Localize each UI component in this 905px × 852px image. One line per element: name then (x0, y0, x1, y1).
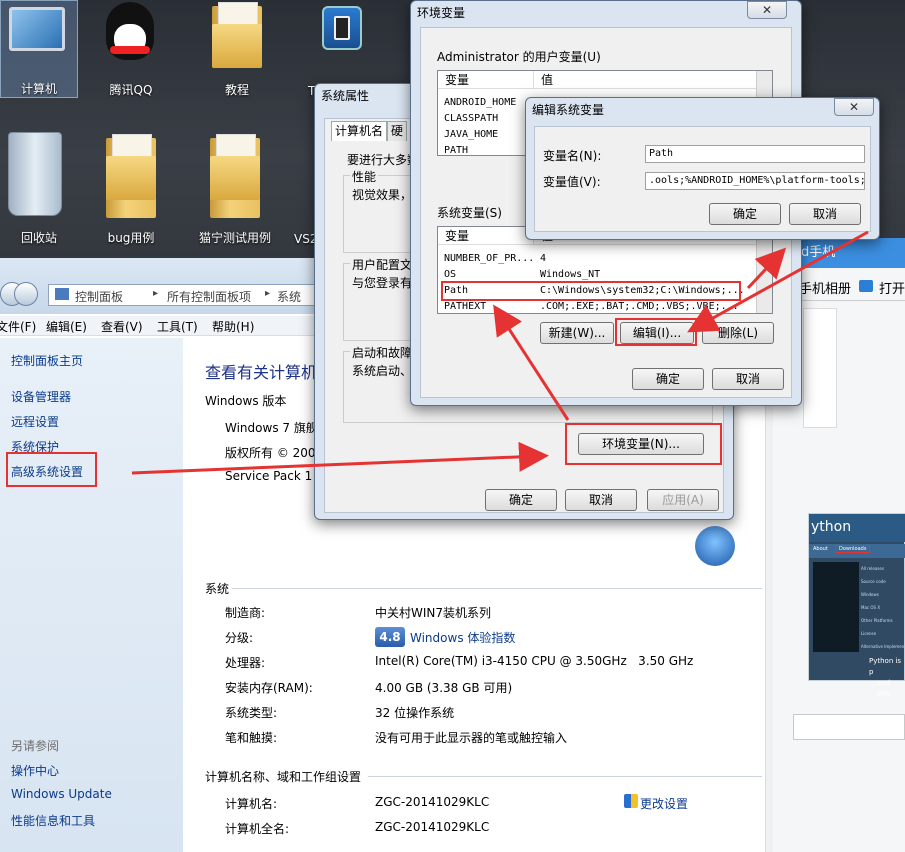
arrow (493, 304, 570, 421)
arrow (687, 230, 869, 333)
annotation-arrows (131, 230, 869, 475)
arrow (131, 441, 549, 475)
